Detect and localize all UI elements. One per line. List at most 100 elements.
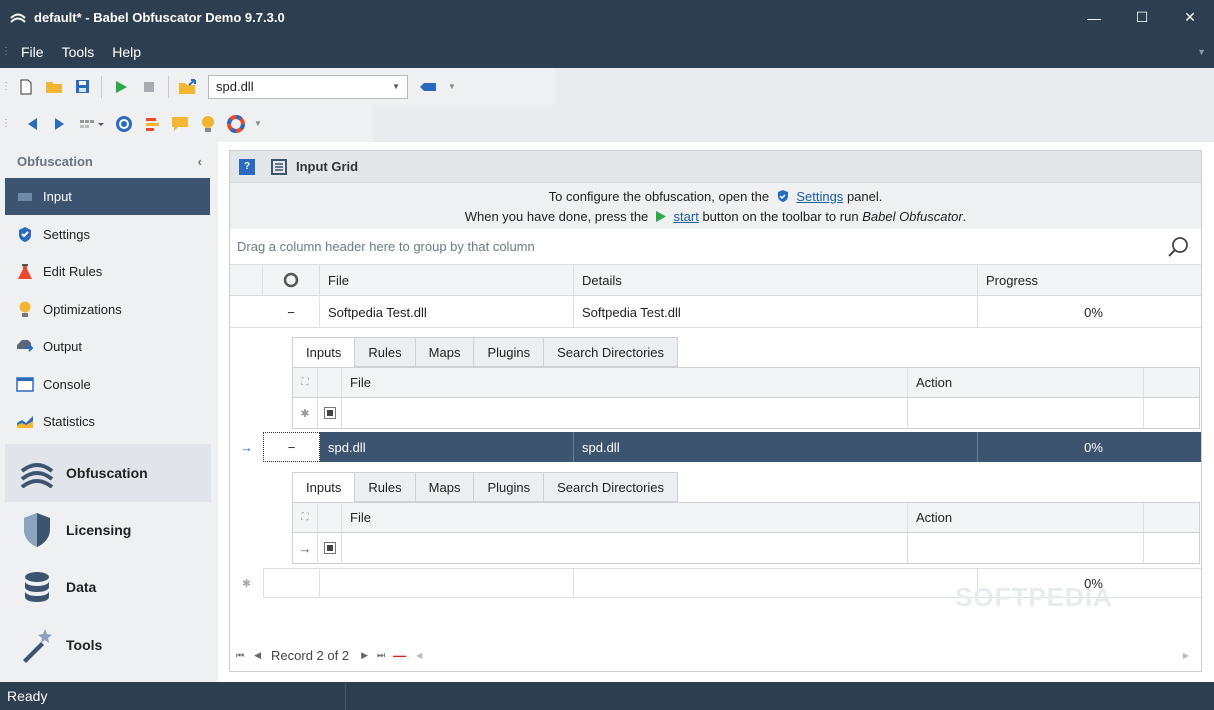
new-file-button[interactable]: [12, 73, 40, 101]
delete-record-icon[interactable]: —: [393, 648, 406, 663]
close-button[interactable]: ✕: [1166, 0, 1214, 35]
sidebar-item-label: Settings: [43, 227, 90, 242]
tab-inputs[interactable]: Inputs: [292, 472, 356, 502]
detail-file-cell[interactable]: [342, 398, 908, 428]
detail-new-row[interactable]: ✱: [292, 398, 1200, 429]
detail-column-file[interactable]: File: [342, 368, 908, 397]
chevron-down-icon[interactable]: ▼: [392, 82, 400, 91]
open-folder-button[interactable]: [40, 73, 68, 101]
detail-column-action[interactable]: Action: [908, 368, 1144, 397]
tab-plugins[interactable]: Plugins: [474, 472, 545, 502]
tab-maps[interactable]: Maps: [415, 472, 475, 502]
section-label: Obfuscation: [66, 465, 148, 481]
column-header-file[interactable]: File: [320, 265, 574, 295]
new-row-file[interactable]: [320, 568, 574, 598]
tab-search-directories[interactable]: Search Directories: [544, 472, 679, 502]
search-icon[interactable]: [1167, 236, 1189, 258]
tab-inputs[interactable]: Inputs: [292, 337, 356, 367]
detail-action-cell[interactable]: [908, 398, 1144, 428]
optimize-button[interactable]: [194, 110, 222, 138]
row-checkbox[interactable]: [318, 398, 342, 428]
select-all-icon[interactable]: ⛶: [293, 368, 318, 397]
bars-button[interactable]: [138, 110, 166, 138]
sidebar-item-optimizations[interactable]: Optimizations: [5, 291, 210, 328]
menu-file[interactable]: File: [12, 44, 53, 60]
detail-new-row[interactable]: →: [292, 533, 1200, 564]
collapse-icon[interactable]: ‹: [198, 154, 202, 169]
table-row[interactable]: − Softpedia Test.dll Softpedia Test.dll …: [230, 297, 1201, 328]
target-assembly-combo[interactable]: spd.dll ▼: [208, 74, 408, 99]
minimize-button[interactable]: —: [1070, 0, 1118, 35]
sidebar-item-input[interactable]: Input: [5, 178, 210, 215]
statistics-icon: [16, 413, 34, 431]
first-record-icon[interactable]: ⏮: [236, 650, 244, 661]
status-column-header[interactable]: [263, 265, 320, 295]
window-title: default* - Babel Obfuscator Demo 9.7.3.0: [34, 10, 285, 25]
chevron-down-icon[interactable]: ▼: [448, 82, 456, 91]
menu-help[interactable]: Help: [103, 44, 150, 60]
view-grid-button[interactable]: [74, 110, 110, 138]
tab-rules[interactable]: Rules: [355, 337, 416, 367]
sidebar-item-edit-rules[interactable]: Edit Rules: [5, 253, 210, 290]
new-row-details[interactable]: [574, 568, 978, 598]
detail-action-cell[interactable]: [908, 533, 1144, 563]
prev-record-icon[interactable]: ◀: [254, 650, 261, 661]
last-record-icon[interactable]: ⏭: [377, 650, 385, 661]
group-panel[interactable]: Drag a column header here to group by th…: [230, 229, 1201, 265]
section-tools[interactable]: Tools: [5, 616, 211, 674]
row-indicator: [230, 297, 263, 327]
start-button[interactable]: [107, 73, 135, 101]
row-checkbox[interactable]: [318, 533, 342, 563]
sidebar-item-settings[interactable]: Settings: [5, 216, 210, 253]
new-row-expander[interactable]: [263, 568, 320, 598]
stop-button[interactable]: [135, 73, 163, 101]
scroll-left-icon[interactable]: ◀: [416, 651, 422, 660]
babel-logo-icon: [10, 13, 26, 23]
tab-maps[interactable]: Maps: [415, 337, 475, 367]
settings-link[interactable]: Settings: [796, 189, 843, 204]
detail-column-action[interactable]: Action: [908, 503, 1144, 532]
help-icon[interactable]: ?: [239, 158, 255, 175]
save-button[interactable]: [68, 73, 96, 101]
scroll-right-icon[interactable]: ▶: [1183, 651, 1189, 660]
row-expander[interactable]: −: [263, 432, 320, 462]
comment-button[interactable]: [166, 110, 194, 138]
sidebar-item-statistics[interactable]: Statistics: [5, 403, 210, 440]
tab-plugins[interactable]: Plugins: [474, 337, 545, 367]
console-icon: [16, 376, 34, 394]
panel-header: ? Input Grid: [230, 151, 1201, 183]
info-message: To configure the obfuscation, open the S…: [230, 183, 1201, 229]
grid-header: File Details Progress: [230, 265, 1201, 296]
target-button[interactable]: [110, 110, 138, 138]
column-header-progress[interactable]: Progress: [978, 265, 1201, 295]
help-ring-button[interactable]: [222, 110, 250, 138]
section-data[interactable]: Data: [5, 558, 211, 616]
section-obfuscation[interactable]: Obfuscation: [5, 444, 211, 502]
detail-file-cell[interactable]: [342, 533, 908, 563]
sidebar-item-console[interactable]: Console: [5, 366, 210, 403]
chevron-down-icon[interactable]: ▼: [1197, 47, 1206, 57]
tab-rules[interactable]: Rules: [355, 472, 416, 502]
sidebar-item-output[interactable]: Output: [5, 328, 210, 365]
info-text: button on the toolbar to run: [702, 209, 859, 224]
row-progress: 0%: [978, 432, 1201, 462]
row-expander[interactable]: −: [263, 297, 320, 327]
section-licensing[interactable]: Licensing: [5, 501, 211, 559]
tag-button[interactable]: [408, 73, 448, 101]
back-button[interactable]: [18, 110, 46, 138]
table-row-selected[interactable]: → − spd.dll spd.dll 0%: [230, 432, 1201, 462]
input-grid: File Details Progress − Softpedia Test.d…: [230, 265, 1201, 635]
next-record-icon[interactable]: ▶: [361, 650, 368, 661]
open-project-button[interactable]: [174, 73, 202, 101]
chevron-down-icon[interactable]: ▼: [254, 119, 262, 128]
maximize-button[interactable]: ☐: [1118, 0, 1166, 35]
detail-column-extra: [1144, 503, 1199, 532]
select-all-icon[interactable]: ⛶: [293, 503, 318, 532]
forward-button[interactable]: [46, 110, 74, 138]
start-link[interactable]: start: [674, 209, 699, 224]
tab-search-directories[interactable]: Search Directories: [544, 337, 679, 367]
column-header-details[interactable]: Details: [574, 265, 978, 295]
menu-tools[interactable]: Tools: [53, 44, 104, 60]
play-icon: [655, 211, 666, 222]
detail-column-file[interactable]: File: [342, 503, 908, 532]
